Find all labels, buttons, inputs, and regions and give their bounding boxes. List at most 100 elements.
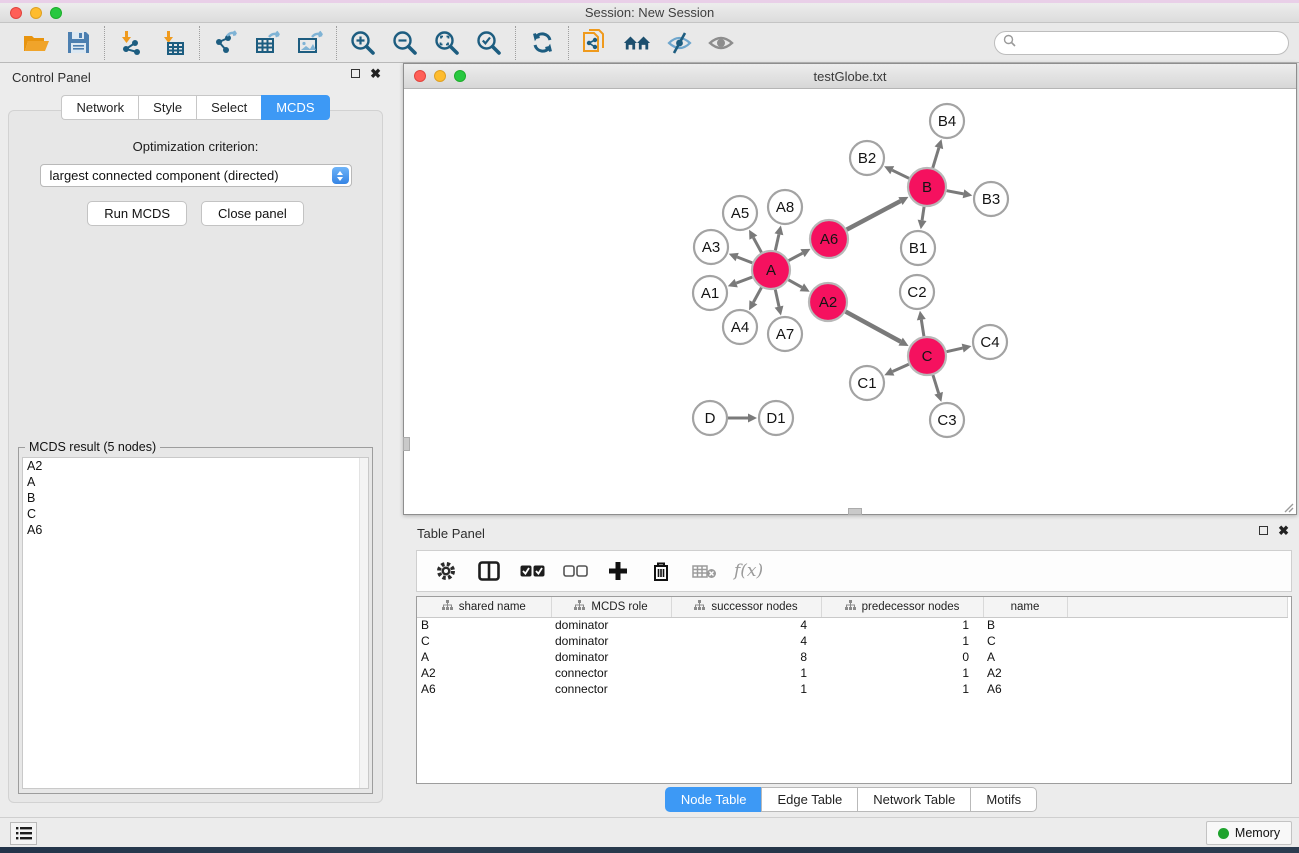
task-history-button[interactable] — [10, 822, 37, 845]
tab-mcds[interactable]: MCDS — [261, 95, 329, 120]
tab-node-table[interactable]: Node Table — [665, 787, 762, 812]
network-graph[interactable]: AA1A2A3A4A5A6A7A8BB1B2B3B4CC1C2C3C4DD1 — [404, 89, 1296, 514]
node-table[interactable]: shared nameMCDS rolesuccessor nodesprede… — [417, 597, 1288, 697]
table-row[interactable]: A2connector11A2 — [417, 665, 1287, 681]
column-header-successor-nodes[interactable]: successor nodes — [671, 597, 821, 617]
edge-A6-B[interactable] — [847, 201, 901, 230]
cell-MCDS-role[interactable]: connector — [551, 681, 671, 697]
edge-B-B4[interactable] — [933, 148, 939, 168]
cell-predecessor-nodes[interactable]: 0 — [821, 649, 983, 665]
table-row[interactable]: A6connector11A6 — [417, 681, 1287, 697]
edge-A-A1[interactable] — [736, 277, 752, 283]
network-window-titlebar[interactable]: testGlobe.txt — [404, 64, 1296, 89]
tab-edge-table[interactable]: Edge Table — [761, 787, 857, 812]
edge-A-A7[interactable] — [775, 290, 779, 307]
edge-B-B1[interactable] — [922, 207, 924, 221]
minimize-window-button[interactable] — [30, 7, 42, 19]
edge-B-B2[interactable] — [892, 170, 909, 178]
mcds-result-item[interactable]: A — [23, 474, 368, 490]
zoom-selected-icon[interactable] — [475, 29, 503, 57]
tab-network-table[interactable]: Network Table — [857, 787, 970, 812]
cell-predecessor-nodes[interactable]: 1 — [821, 681, 983, 697]
cell-shared-name[interactable]: A — [417, 649, 551, 665]
edge-C-C4[interactable] — [947, 348, 963, 352]
cell-MCDS-role[interactable]: dominator — [551, 649, 671, 665]
optimization-criterion-dropdown[interactable]: largest connected component (directed) — [40, 164, 352, 187]
maximize-window-button[interactable] — [50, 7, 62, 19]
mcds-result-list[interactable]: A2ABCA6 — [22, 457, 369, 789]
tab-select[interactable]: Select — [196, 95, 261, 120]
zoom-out-icon[interactable] — [391, 29, 419, 57]
edge-C-C1[interactable] — [893, 364, 909, 371]
mcds-result-item[interactable]: B — [23, 490, 368, 506]
show-graphics-details-icon[interactable] — [707, 29, 735, 57]
cell-name[interactable]: A — [983, 649, 1067, 665]
home-networks-icon[interactable] — [623, 29, 651, 57]
tab-network[interactable]: Network — [61, 95, 138, 120]
import-table-icon[interactable] — [159, 29, 187, 57]
cell-shared-name[interactable]: A2 — [417, 665, 551, 681]
cell-successor-nodes[interactable]: 4 — [671, 617, 821, 633]
show-column-icon[interactable] — [476, 558, 502, 584]
edge-A2-C[interactable] — [846, 312, 901, 342]
cell-name[interactable]: A2 — [983, 665, 1067, 681]
export-network-icon[interactable] — [212, 29, 240, 57]
refresh-icon[interactable] — [528, 29, 556, 57]
edge-A-A8[interactable] — [775, 234, 779, 250]
cell-name[interactable]: A6 — [983, 681, 1067, 697]
import-network-icon[interactable] — [117, 29, 145, 57]
search-input[interactable] — [1016, 33, 1288, 53]
table-row[interactable]: Cdominator41C — [417, 633, 1287, 649]
add-row-icon[interactable] — [605, 558, 631, 584]
resize-grip-icon[interactable] — [1282, 500, 1294, 512]
cell-name[interactable]: C — [983, 633, 1067, 649]
export-table-icon[interactable] — [254, 29, 282, 57]
cell-shared-name[interactable]: A6 — [417, 681, 551, 697]
cell-predecessor-nodes[interactable]: 1 — [821, 665, 983, 681]
mcds-result-item[interactable]: A6 — [23, 522, 368, 538]
tab-style[interactable]: Style — [138, 95, 196, 120]
unselect-all-icon[interactable] — [562, 558, 588, 584]
network-close-button[interactable] — [414, 70, 426, 82]
cell-successor-nodes[interactable]: 1 — [671, 681, 821, 697]
column-header-predecessor-nodes[interactable]: predecessor nodes — [821, 597, 983, 617]
close-window-button[interactable] — [10, 7, 22, 19]
delete-table-icon[interactable] — [691, 558, 717, 584]
edge-A-A5[interactable] — [753, 238, 761, 253]
edge-A-A3[interactable] — [737, 257, 752, 263]
table-row[interactable]: Adominator80A — [417, 649, 1287, 665]
node-table-container[interactable]: shared nameMCDS rolesuccessor nodesprede… — [416, 596, 1292, 784]
settings-gear-icon[interactable] — [433, 558, 459, 584]
cell-MCDS-role[interactable]: dominator — [551, 617, 671, 633]
delete-row-icon[interactable] — [648, 558, 674, 584]
select-all-icon[interactable] — [519, 558, 545, 584]
column-header-MCDS-role[interactable]: MCDS role — [551, 597, 671, 617]
cell-successor-nodes[interactable]: 8 — [671, 649, 821, 665]
cell-predecessor-nodes[interactable]: 1 — [821, 617, 983, 633]
edge-A-A2[interactable] — [788, 280, 801, 288]
canvas-bottom-scroll-mark[interactable] — [848, 508, 862, 515]
edge-A-A4[interactable] — [753, 288, 761, 303]
save-session-icon[interactable] — [64, 29, 92, 57]
search-field[interactable] — [994, 31, 1289, 55]
cell-name[interactable]: B — [983, 617, 1067, 633]
cell-shared-name[interactable]: B — [417, 617, 551, 633]
float-table-panel-icon[interactable] — [1259, 526, 1268, 535]
tab-motifs[interactable]: Motifs — [970, 787, 1037, 812]
edge-C-C2[interactable] — [921, 320, 924, 337]
edge-A-A6[interactable] — [789, 253, 803, 260]
cell-shared-name[interactable]: C — [417, 633, 551, 649]
hide-unhide-icon[interactable] — [665, 29, 693, 57]
network-canvas[interactable]: AA1A2A3A4A5A6A7A8BB1B2B3B4CC1C2C3C4DD1 — [404, 89, 1296, 514]
zoom-in-icon[interactable] — [349, 29, 377, 57]
canvas-left-scroll-mark[interactable] — [403, 437, 410, 451]
cell-MCDS-role[interactable]: connector — [551, 665, 671, 681]
cell-MCDS-role[interactable]: dominator — [551, 633, 671, 649]
cell-successor-nodes[interactable]: 4 — [671, 633, 821, 649]
run-mcds-button[interactable]: Run MCDS — [87, 201, 187, 226]
close-table-panel-icon[interactable]: ✖ — [1278, 526, 1289, 535]
mcds-result-item[interactable]: A2 — [23, 458, 368, 474]
edge-B-B3[interactable] — [947, 191, 964, 194]
mcds-result-item[interactable]: C — [23, 506, 368, 522]
network-minimize-button[interactable] — [434, 70, 446, 82]
